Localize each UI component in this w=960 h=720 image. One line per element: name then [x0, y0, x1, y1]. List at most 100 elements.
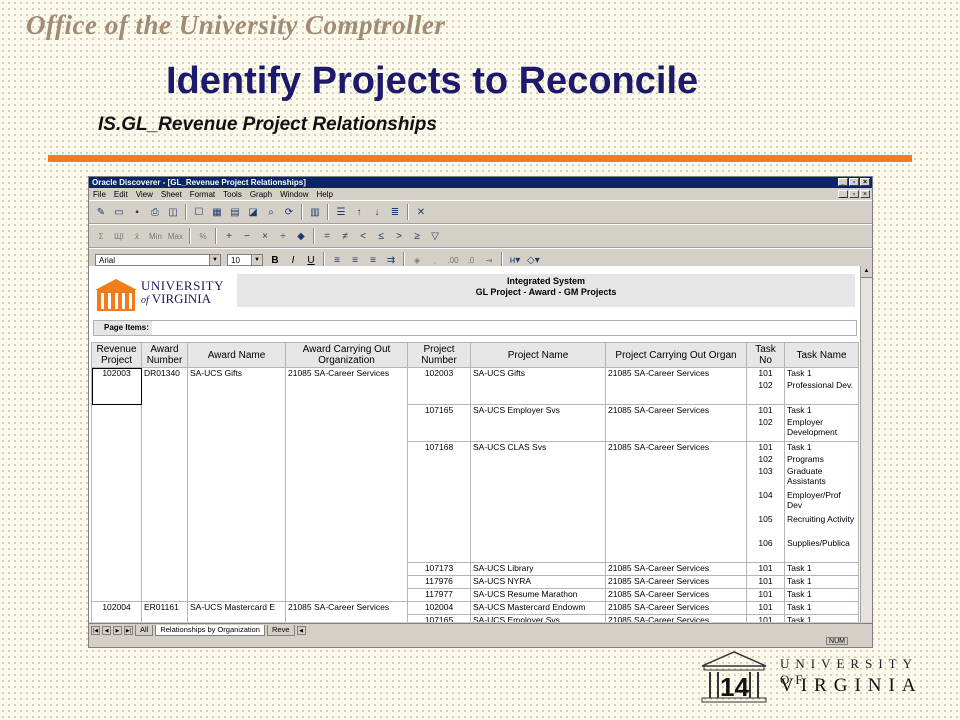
task-name-cell[interactable]: Task 1 — [784, 588, 859, 602]
plus-icon[interactable]: + — [223, 231, 235, 242]
award-org-cell[interactable] — [285, 575, 408, 589]
conditional-format-icon[interactable]: ≣ — [389, 207, 401, 218]
award-name-cell[interactable]: SA-UCS Gifts — [187, 367, 286, 405]
award-name-cell[interactable] — [187, 441, 286, 563]
revenue-project-cell[interactable]: 102004 — [91, 601, 142, 615]
award-number-cell[interactable] — [141, 404, 188, 442]
task-name-cell[interactable]: Task 1 — [784, 562, 859, 576]
award-org-cell[interactable]: 21085 SA-Career Services — [285, 601, 408, 615]
format-icon[interactable]: ☰ — [335, 207, 347, 218]
col-award-name[interactable]: Award Name — [187, 342, 286, 368]
col-award-org[interactable]: Award Carrying Out Organization — [285, 342, 408, 368]
task-no-cell[interactable]: 101102 — [746, 614, 785, 622]
project-org-cell[interactable]: 21085 SA-Career Services — [605, 441, 747, 563]
maximize-button[interactable]: ▫ — [849, 178, 859, 186]
menu-sheet[interactable]: Sheet — [161, 190, 182, 199]
calculation-icon[interactable]: ◆ — [295, 231, 307, 242]
menu-file[interactable]: File — [93, 190, 106, 199]
col-award-number[interactable]: Award Number — [141, 342, 188, 368]
award-name-cell[interactable] — [187, 614, 286, 622]
table-icon[interactable]: ▦ — [211, 207, 223, 218]
revenue-project-cell[interactable] — [91, 588, 142, 602]
col-project-org[interactable]: Project Carrying Out Organ — [605, 342, 747, 368]
project-number-cell[interactable]: 107173 — [407, 562, 471, 576]
award-number-cell[interactable] — [141, 588, 188, 602]
project-number-cell[interactable]: 117977 — [407, 588, 471, 602]
percent-total-icon[interactable]: ЩΙ — [113, 232, 125, 241]
menu-help[interactable]: Help — [317, 190, 333, 199]
project-number-cell[interactable]: 107165 — [407, 614, 471, 622]
indent-icon[interactable]: ⇥ — [483, 256, 495, 265]
project-org-cell[interactable]: 21085 SA-Career Services — [605, 404, 747, 442]
task-no-cell[interactable]: 101 102 103 104 105 106 — [746, 441, 785, 563]
font-name-select[interactable]: Arial ▼ — [95, 254, 221, 266]
project-number-cell[interactable]: 102003 — [407, 367, 471, 405]
col-revenue-project[interactable]: Revenue Project — [91, 342, 142, 368]
task-no-cell[interactable]: 101102 — [746, 404, 785, 442]
tab-scroll-icon[interactable]: ◀ — [296, 625, 306, 635]
align-left-icon[interactable]: ≡ — [331, 255, 343, 266]
find-icon[interactable]: ⌕ — [265, 207, 277, 218]
last-tab-icon[interactable]: ▶| — [124, 625, 133, 635]
task-name-cell[interactable]: Task 1 — [784, 601, 859, 615]
graph-icon[interactable]: ▥ — [309, 207, 321, 218]
page-items-bar[interactable]: Page Items: — [93, 320, 857, 336]
wrap-text-icon[interactable]: ⇉ — [385, 255, 397, 266]
task-no-cell[interactable]: 101 — [746, 562, 785, 576]
greater-equal-icon[interactable]: ≥ — [411, 231, 423, 242]
decrease-decimal-icon[interactable]: .0 — [465, 256, 477, 265]
award-name-cell[interactable] — [187, 404, 286, 442]
project-name-cell[interactable]: SA-UCS Gifts — [470, 367, 606, 405]
close-button[interactable]: × — [860, 178, 870, 186]
max-icon[interactable]: Max — [168, 232, 183, 241]
project-number-cell[interactable]: 117976 — [407, 575, 471, 589]
task-name-cell[interactable]: Task 1 Programs Graduate Assistants Employe… — [784, 441, 859, 563]
task-name-cell[interactable]: Task 1 Employer Development — [784, 404, 859, 442]
award-name-cell[interactable] — [187, 562, 286, 576]
italic-icon[interactable]: I — [287, 255, 299, 266]
task-no-cell[interactable]: 101 — [746, 601, 785, 615]
col-project-number[interactable]: Project Number — [407, 342, 471, 368]
first-tab-icon[interactable]: |◀ — [91, 625, 100, 635]
col-project-name[interactable]: Project Name — [470, 342, 606, 368]
increase-decimal-icon[interactable]: .00 — [447, 256, 459, 265]
new-icon[interactable]: ✎ — [95, 207, 107, 218]
bold-icon[interactable]: B — [269, 255, 281, 266]
align-right-icon[interactable]: ≡ — [367, 255, 379, 266]
award-name-cell[interactable] — [187, 588, 286, 602]
project-org-cell[interactable]: 21085 SA-Career Services — [605, 367, 747, 405]
revenue-project-cell[interactable] — [91, 404, 142, 442]
comma-icon[interactable]: , — [429, 256, 441, 265]
filter-icon[interactable]: ▽ — [429, 231, 441, 242]
vertical-scrollbar[interactable]: ▲ — [860, 266, 872, 622]
currency-icon[interactable]: ◈ — [411, 256, 423, 265]
menu-tools[interactable]: Tools — [223, 190, 242, 199]
revenue-project-cell[interactable] — [91, 562, 142, 576]
open-icon[interactable]: ▭ — [113, 207, 125, 218]
prev-tab-icon[interactable]: ◀ — [102, 625, 111, 635]
menu-window[interactable]: Window — [280, 190, 308, 199]
menu-graph[interactable]: Graph — [250, 190, 272, 199]
doc-minimize-button[interactable]: _ — [838, 190, 848, 198]
font-color-icon[interactable]: ʜ▾ — [509, 255, 521, 266]
project-name-cell[interactable]: SA-UCS Mastercard Endowm — [470, 601, 606, 615]
project-number-cell[interactable]: 107168 — [407, 441, 471, 563]
revenue-project-cell[interactable] — [91, 441, 142, 563]
project-name-cell[interactable]: SA-UCS Resume Marathon — [470, 588, 606, 602]
sum-icon[interactable]: Σ — [95, 232, 107, 241]
project-org-cell[interactable]: 21085 SA-Career Services — [605, 562, 747, 576]
col-task-name[interactable]: Task Name — [784, 342, 859, 368]
col-task-no[interactable]: Task No — [746, 342, 785, 368]
revenue-project-cell[interactable]: 102003 — [91, 367, 142, 405]
doc-close-button[interactable]: × — [860, 190, 870, 198]
scroll-up-icon[interactable]: ▲ — [861, 266, 872, 278]
award-org-cell[interactable] — [285, 404, 408, 442]
divide-icon[interactable]: ÷ — [277, 231, 289, 242]
menu-format[interactable]: Format — [190, 190, 215, 199]
next-tab-icon[interactable]: ▶ — [113, 625, 122, 635]
task-no-cell[interactable]: 101102 — [746, 367, 785, 405]
award-number-cell[interactable]: DR01340 — [141, 367, 188, 405]
award-number-cell[interactable] — [141, 575, 188, 589]
tab-revenue[interactable]: Reve — [266, 624, 295, 636]
award-number-cell[interactable]: ER01161 — [141, 601, 188, 615]
